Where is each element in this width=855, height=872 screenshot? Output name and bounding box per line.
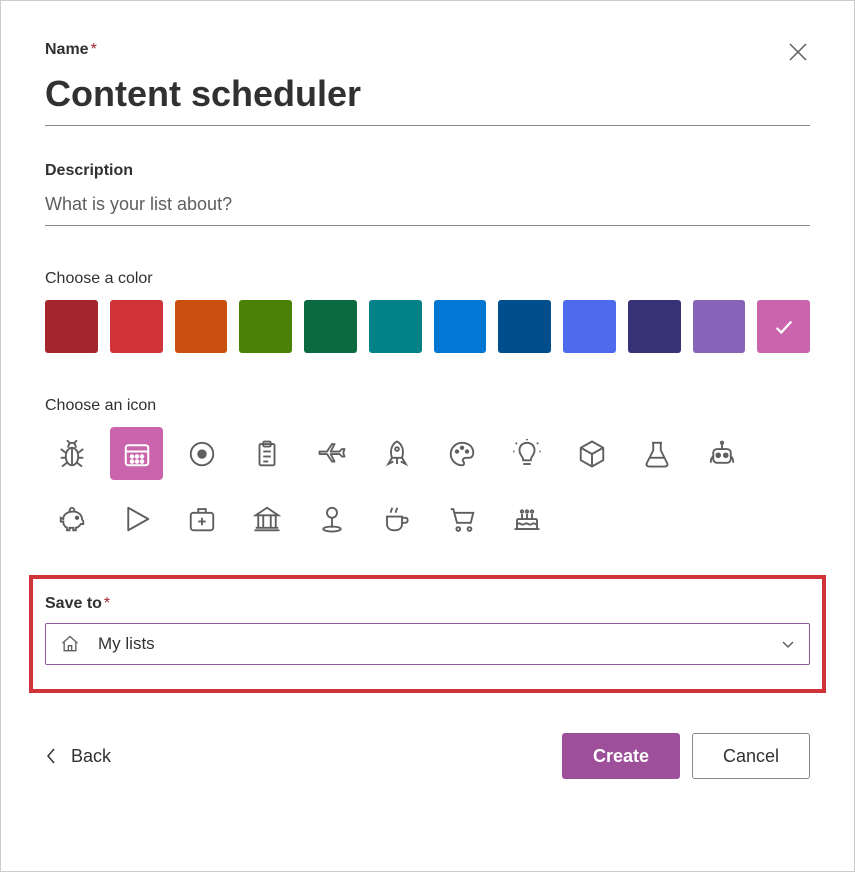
cake-icon xyxy=(512,504,542,534)
color-pink[interactable] xyxy=(757,300,810,353)
home-icon xyxy=(60,634,80,654)
robot-icon-option[interactable] xyxy=(695,427,748,480)
flask-icon xyxy=(642,439,672,469)
description-label: Description xyxy=(45,162,810,180)
airplane-icon-option[interactable] xyxy=(305,427,358,480)
play-icon xyxy=(122,504,152,534)
palette-icon-option[interactable] xyxy=(435,427,488,480)
coffee-icon-option[interactable] xyxy=(370,492,423,545)
required-indicator: * xyxy=(104,595,110,612)
save-to-label: Save to* xyxy=(45,595,810,613)
save-to-highlight: Save to* My lists xyxy=(29,575,826,693)
bank-icon-option[interactable] xyxy=(240,492,293,545)
cube-icon-option[interactable] xyxy=(565,427,618,480)
bug-icon-option[interactable] xyxy=(45,427,98,480)
lightbulb-icon-option[interactable] xyxy=(500,427,553,480)
cart-icon xyxy=(447,504,477,534)
piggy-bank-icon xyxy=(57,504,87,534)
calendar-icon-option[interactable] xyxy=(110,427,163,480)
dialog-footer: Back Create Cancel xyxy=(45,733,810,779)
name-input[interactable] xyxy=(45,67,810,126)
first-aid-icon xyxy=(187,504,217,534)
target-icon-option[interactable] xyxy=(175,427,228,480)
palette-icon xyxy=(447,439,477,469)
close-icon xyxy=(789,43,807,61)
cake-icon-option[interactable] xyxy=(500,492,553,545)
save-to-dropdown[interactable]: My lists xyxy=(45,623,810,665)
bank-icon xyxy=(252,504,282,534)
robot-icon xyxy=(707,439,737,469)
lightbulb-icon xyxy=(512,439,542,469)
cart-icon-option[interactable] xyxy=(435,492,488,545)
color-purple[interactable] xyxy=(693,300,746,353)
color-picker xyxy=(45,300,810,353)
rocket-icon xyxy=(382,439,412,469)
color-red[interactable] xyxy=(110,300,163,353)
save-to-value: My lists xyxy=(98,634,155,654)
airplane-icon xyxy=(317,439,347,469)
choose-color-label: Choose a color xyxy=(45,270,810,288)
color-green[interactable] xyxy=(239,300,292,353)
choose-icon-label: Choose an icon xyxy=(45,397,810,415)
check-icon xyxy=(773,316,795,338)
required-indicator: * xyxy=(91,41,97,58)
back-label: Back xyxy=(71,746,111,767)
map-pin-icon-option[interactable] xyxy=(305,492,358,545)
back-button[interactable]: Back xyxy=(45,746,111,767)
cancel-button[interactable]: Cancel xyxy=(692,733,810,779)
icon-picker xyxy=(45,427,810,545)
clipboard-icon-option[interactable] xyxy=(240,427,293,480)
bug-icon xyxy=(57,439,87,469)
flask-icon-option[interactable] xyxy=(630,427,683,480)
name-label: Name* xyxy=(45,41,810,59)
color-orange[interactable] xyxy=(175,300,228,353)
create-list-dialog: Name* Description Choose a color Choose … xyxy=(0,0,855,872)
create-button[interactable]: Create xyxy=(562,733,680,779)
color-teal[interactable] xyxy=(369,300,422,353)
piggy-bank-icon-option[interactable] xyxy=(45,492,98,545)
chevron-left-icon xyxy=(45,747,57,765)
color-dark-red[interactable] xyxy=(45,300,98,353)
color-blue[interactable] xyxy=(563,300,616,353)
color-dark-green[interactable] xyxy=(304,300,357,353)
target-icon xyxy=(187,439,217,469)
coffee-icon xyxy=(382,504,412,534)
chevron-down-icon xyxy=(781,637,795,651)
description-input[interactable] xyxy=(45,188,810,226)
color-cyan[interactable] xyxy=(434,300,487,353)
cube-icon xyxy=(577,439,607,469)
clipboard-icon xyxy=(252,439,282,469)
play-icon-option[interactable] xyxy=(110,492,163,545)
calendar-icon xyxy=(122,439,152,469)
color-navy[interactable] xyxy=(628,300,681,353)
map-pin-icon xyxy=(317,504,347,534)
first-aid-icon-option[interactable] xyxy=(175,492,228,545)
color-dark-blue[interactable] xyxy=(498,300,551,353)
rocket-icon-option[interactable] xyxy=(370,427,423,480)
close-button[interactable] xyxy=(782,36,814,68)
